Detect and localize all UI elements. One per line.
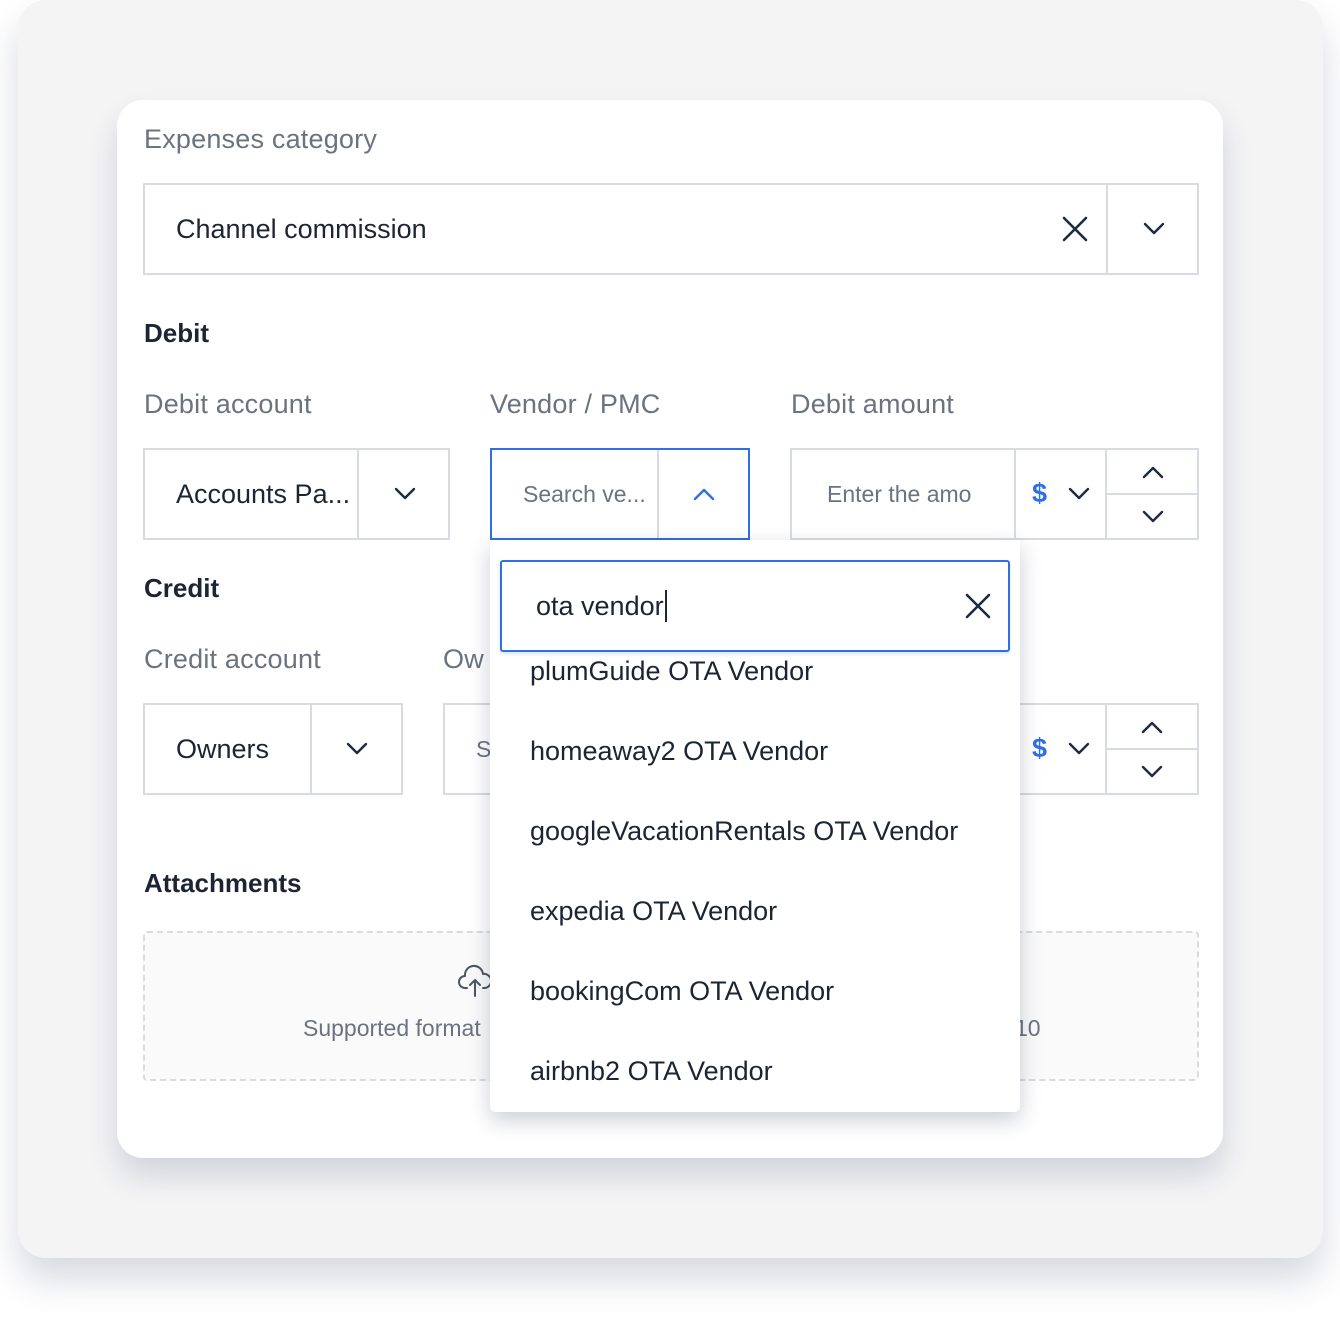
supported-formats-text: Supported format — [303, 1015, 481, 1041]
decrement-icon[interactable] — [1107, 750, 1197, 793]
expenses-category-label: Expenses category — [144, 124, 378, 154]
vendor-option[interactable]: bookingCom OTA Vendor — [530, 976, 834, 1007]
debit-amount-placeholder: Enter the amo — [827, 480, 972, 507]
vendor-dropdown: ota vendor plumGuide OTA Vendor homeaway… — [490, 540, 1020, 1112]
vendor-option[interactable]: plumGuide OTA Vendor — [530, 656, 813, 687]
owner-label: Ow — [443, 644, 484, 674]
credit-account-value: Owners — [176, 733, 270, 764]
debit-account-select[interactable]: Accounts Pa... — [143, 448, 450, 540]
debit-account-label: Debit account — [144, 389, 312, 419]
increment-icon[interactable] — [1107, 450, 1199, 494]
vendor-option[interactable]: airbnb2 OTA Vendor — [530, 1056, 773, 1087]
divider — [1014, 450, 1016, 538]
debit-amount-input[interactable]: Enter the amo $ — [790, 448, 1199, 540]
currency-symbol: $ — [1032, 478, 1048, 508]
debit-amount-label: Debit amount — [791, 389, 954, 419]
decrement-icon[interactable] — [1107, 495, 1199, 538]
clear-icon[interactable] — [1055, 185, 1095, 273]
chevron-down-icon[interactable] — [1064, 450, 1094, 538]
chevron-down-icon[interactable] — [1064, 705, 1094, 793]
increment-icon[interactable] — [1107, 705, 1197, 749]
debit-account-value: Accounts Pa... — [176, 478, 351, 509]
chevron-up-icon[interactable] — [659, 450, 748, 538]
vendor-pmc-label: Vendor / PMC — [490, 389, 661, 419]
text-caret — [664, 590, 667, 622]
attachments-section-title: Attachments — [144, 868, 302, 898]
vendor-option[interactable]: expedia OTA Vendor — [530, 896, 777, 927]
debit-section-title: Debit — [144, 318, 209, 348]
expenses-category-value: Channel commission — [176, 213, 427, 244]
expenses-category-select[interactable]: Channel commission — [143, 183, 1199, 275]
chevron-down-icon[interactable] — [1108, 185, 1199, 273]
vendor-search-placeholder: Search ve... — [523, 480, 646, 507]
vendor-option[interactable]: googleVacationRentals OTA Vendor — [530, 816, 958, 847]
clear-search-icon[interactable] — [958, 562, 998, 650]
vendor-search-input[interactable]: ota vendor — [536, 591, 664, 622]
chevron-down-icon[interactable] — [312, 705, 401, 793]
vendor-pmc-select[interactable]: Search ve... — [490, 448, 750, 540]
credit-amount-input[interactable]: $ — [1010, 703, 1199, 795]
vendor-option[interactable]: homeaway2 OTA Vendor — [530, 736, 828, 767]
currency-symbol: $ — [1032, 733, 1048, 763]
cloud-upload-icon — [455, 963, 495, 999]
vendor-dropdown-search[interactable]: ota vendor — [500, 560, 1010, 652]
credit-section-title: Credit — [144, 573, 220, 603]
credit-account-label: Credit account — [144, 644, 321, 674]
credit-account-select[interactable]: Owners — [143, 703, 403, 795]
chevron-down-icon[interactable] — [359, 450, 450, 538]
